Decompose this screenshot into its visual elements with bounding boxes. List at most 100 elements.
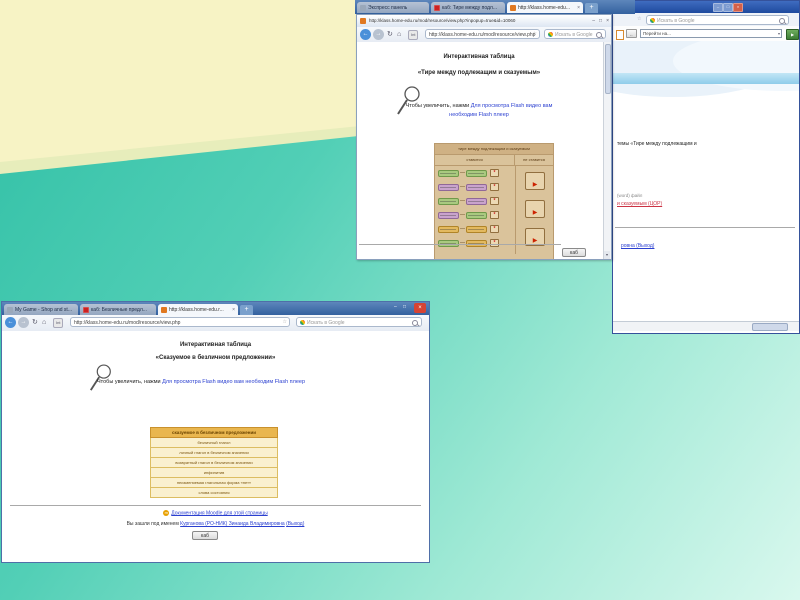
expand-button[interactable]: *: [490, 183, 499, 191]
flash-caption-line1: Чтобы увеличить, нажми Для просмотра Fla…: [405, 103, 553, 109]
table-row[interactable]: — *: [438, 209, 499, 221]
popup-browser-window: http://klass.home-edu.ru/mod/resource/vi…: [356, 14, 612, 260]
table-row[interactable]: — *: [438, 237, 499, 249]
table-row[interactable]: безличный глагол: [150, 438, 278, 448]
jump-navigation-row: ← Перейти на... ▾ ▶: [613, 26, 799, 42]
close-button[interactable]: ×: [414, 303, 426, 313]
tab-close-icon[interactable]: ×: [232, 307, 235, 313]
titlebar: – □ ×: [613, 1, 799, 13]
term-pill[interactable]: [438, 197, 459, 205]
tab-express-panel[interactable]: Экспресс панель: [357, 2, 429, 13]
search-icon: [779, 18, 785, 24]
resource-link[interactable]: и сказуемым (ЦОР): [617, 201, 662, 207]
home-icon[interactable]: ⌂: [42, 318, 46, 327]
home-icon[interactable]: ⌂: [397, 30, 401, 39]
table-row[interactable]: личный глагол в безличном значении: [150, 448, 278, 458]
term-pill[interactable]: [466, 211, 487, 219]
horizontal-scrollbar[interactable]: [613, 321, 799, 331]
term-pill[interactable]: [466, 239, 487, 247]
maximize-button[interactable]: □: [599, 18, 602, 24]
new-tab-button[interactable]: +: [585, 3, 598, 13]
minimize-button[interactable]: –: [713, 3, 723, 12]
table-row[interactable]: неизменяемая глагольная форма «нет»: [150, 478, 278, 488]
navigation-toolbar: ← → ↻ ⌂ Int http://klass.home-edu.ru/mod…: [357, 27, 611, 43]
forward-button[interactable]: →: [373, 29, 384, 40]
term-pill[interactable]: [438, 211, 459, 219]
table-row[interactable]: — *: [438, 195, 499, 207]
refresh-icon[interactable]: ↻: [32, 318, 38, 327]
term-pill[interactable]: [466, 225, 487, 233]
back-button[interactable]: ←: [626, 29, 637, 38]
table-row[interactable]: возвратный глагол в безличном значении: [150, 458, 278, 468]
refresh-icon[interactable]: ↻: [387, 30, 393, 39]
term-pill[interactable]: [438, 225, 459, 233]
minimize-button[interactable]: –: [394, 304, 397, 310]
term-pill[interactable]: [438, 169, 459, 177]
tab-resource-active[interactable]: http://klass.home-edu... ×: [507, 2, 583, 13]
tab-favicon-red: [434, 4, 440, 11]
moodle-docs-link[interactable]: Документация Moodle для этой страницы: [171, 510, 267, 516]
video-button[interactable]: ▶: [525, 200, 545, 218]
url-field[interactable]: http://klass.home-edu.ru/mod/resource/vi…: [425, 29, 540, 39]
search-input[interactable]: Искать в Google: [296, 317, 422, 327]
expand-button[interactable]: *: [490, 169, 499, 177]
term-pill[interactable]: [466, 169, 487, 177]
bookmark-star-icon[interactable]: ☆: [283, 318, 287, 326]
back-button[interactable]: ←: [360, 29, 371, 40]
table-row[interactable]: — *: [438, 181, 499, 193]
flash-player-link[interactable]: Для просмотра Flash видео вам необходим …: [162, 379, 305, 385]
table-row[interactable]: — *: [438, 223, 499, 235]
course-footer-button[interactable]: каб: [192, 531, 218, 540]
search-input[interactable]: Искать в Google: [544, 29, 606, 39]
expand-button[interactable]: *: [490, 197, 499, 205]
expand-button[interactable]: *: [490, 211, 499, 219]
profile-link[interactable]: Курганова (РО-НИК) Зинаида Владимировна: [180, 521, 285, 527]
tab-course[interactable]: каб: Безличные предл...: [80, 304, 156, 315]
divider: [10, 505, 421, 506]
flash-table[interactable]: тире между подлежащим и сказуемым ставит…: [434, 143, 554, 259]
interactive-table[interactable]: сказуемое в безличном предложении безлич…: [150, 427, 278, 498]
identity-badge[interactable]: Int: [53, 318, 64, 328]
minimize-button[interactable]: –: [592, 18, 595, 24]
tab-close-icon[interactable]: ×: [577, 5, 580, 11]
scrollbar-thumb[interactable]: [752, 323, 788, 331]
tab-strip-top: Экспресс панель каб: Тире между подл... …: [355, 0, 635, 14]
course-footer-button[interactable]: каб: [562, 248, 586, 257]
table-row[interactable]: слова состояния: [150, 488, 278, 498]
go-button[interactable]: ▶: [786, 29, 799, 40]
logout-link-fragment[interactable]: ровна (Выход): [621, 243, 654, 249]
url-field[interactable]: http://klass.home-edu.ru/mod/resource/vi…: [70, 317, 290, 327]
close-button[interactable]: ×: [606, 18, 609, 24]
vertical-scrollbar[interactable]: ▾: [603, 42, 611, 259]
browser-window-bottom: My Game - Shop and st... каб: Безличные …: [1, 301, 430, 563]
term-pill[interactable]: [466, 183, 487, 191]
star-icon[interactable]: ☆: [637, 15, 641, 24]
term-pill[interactable]: [438, 183, 459, 191]
flash-player-link[interactable]: Для просмотра Flash видео вам: [471, 103, 553, 109]
tab-course[interactable]: каб: Тире между подл...: [431, 2, 505, 13]
term-pill[interactable]: [466, 197, 487, 205]
scrollbar-thumb[interactable]: [605, 44, 611, 94]
search-input[interactable]: Искать в Google: [646, 15, 789, 25]
logout-link[interactable]: (Выход): [286, 521, 304, 527]
table-row[interactable]: — *: [438, 167, 499, 179]
video-button[interactable]: ▶: [525, 172, 545, 190]
flash-player-link[interactable]: необходим Flash плеер: [449, 112, 509, 118]
tab-other-site[interactable]: My Game - Shop and st...: [4, 304, 78, 315]
new-tab-button[interactable]: +: [240, 305, 253, 315]
close-button[interactable]: ×: [733, 3, 743, 12]
maximize-button[interactable]: □: [723, 3, 733, 12]
back-button[interactable]: ←: [5, 317, 16, 328]
tab-resource-active[interactable]: http://klass.home-edu.r... ×: [158, 304, 238, 315]
page-subtitle: «Сказуемое в безличном предложении»: [155, 355, 276, 361]
identity-badge[interactable]: Int: [408, 30, 419, 40]
scroll-down-icon[interactable]: ▾: [604, 251, 610, 259]
term-pill[interactable]: [438, 239, 459, 247]
jump-to-select[interactable]: Перейти на... ▾: [640, 29, 782, 38]
expand-button[interactable]: *: [490, 239, 499, 247]
forward-button[interactable]: →: [18, 317, 29, 328]
bookmark-star-icon[interactable]: ☆: [533, 30, 537, 38]
table-row[interactable]: инфинитив: [150, 468, 278, 478]
expand-button[interactable]: *: [490, 225, 499, 233]
maximize-button[interactable]: □: [403, 304, 406, 310]
